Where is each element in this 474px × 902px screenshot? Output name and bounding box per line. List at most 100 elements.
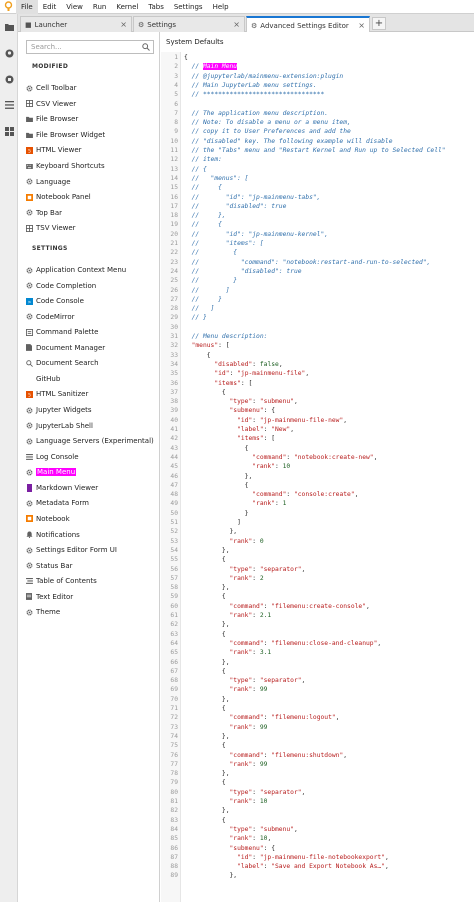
sidebar-item-settings-editor-form-ui[interactable]: Settings Editor Form UI [25,543,159,557]
code-line: 40 "id": "jp-mainmenu-file-new", [161,416,474,425]
code-text: { [184,481,249,489]
menu-view[interactable]: View [61,0,88,14]
sidebar-item-label: Notebook Panel [36,193,91,202]
sidebar-item-jupyter-widgets[interactable]: Jupyter Widgets [25,403,159,417]
sidebar-item-code-completion[interactable]: Code Completion [25,279,159,293]
line-number: 34 [170,360,178,368]
code-line: 24 // "disabled": true [161,267,474,276]
line-number: 19 [170,221,178,229]
sidebar-item-codemirror[interactable]: CodeMirror [25,310,159,324]
menu-kernel[interactable]: Kernel [111,0,143,14]
sidebar-item-document-manager[interactable]: Document Manager [25,341,159,355]
code-text: // "disabled": true [184,267,302,275]
line-number: 35 [170,370,178,378]
menu-edit[interactable]: Edit [38,0,62,14]
gear-icon [25,469,33,476]
sidebar-item-notifications[interactable]: Notifications [25,528,159,542]
line-number: 1 [174,54,178,61]
code-text: { [184,667,226,675]
sidebar-item-code-console[interactable]: > Code Console [25,294,159,308]
sidebar-item-tsv-viewer[interactable]: TSV Viewer [25,221,159,235]
sidebar-item-command-palette[interactable]: Command Palette [25,325,159,339]
code-line: 27 // } [161,295,474,304]
folder-icon[interactable] [0,14,18,40]
line-number: 67 [170,667,178,675]
sidebar-item-table-of-contents[interactable]: Table of Contents [25,574,159,588]
sidebar-item-top-bar[interactable]: Top Bar [25,206,159,220]
code-line: 25 // } [161,276,474,285]
code-text: "disabled": false, [214,360,283,368]
tab-advanced-settings-editor[interactable]: ⚙ Advanced Settings Editor × [246,16,370,33]
code-text: { [184,705,226,712]
sidebar-item-file-browser[interactable]: File Browser [25,112,159,126]
line-number: 26 [170,286,178,294]
sidebar-item-label: GitHub [36,374,61,383]
code-line: 74 }, [161,732,474,741]
code-text: // ] [184,305,215,313]
code-line: 34 "disabled": false, [161,360,474,369]
line-number: 62 [170,621,178,629]
sidebar-item-text-editor[interactable]: Text Editor [25,590,159,604]
code-line: 70 }, [161,695,474,704]
sidebar-item-notebook-panel[interactable]: Notebook Panel [25,190,159,204]
sidebar-item-html-viewer[interactable]: 5 HTML Viewer [25,143,159,157]
running-icon[interactable] [0,66,18,92]
sidebar-item-application-context-menu[interactable]: Application Context Menu [25,263,159,277]
line-number: 74 [170,732,178,740]
sidebar-item-metadata-form[interactable]: Metadata Form [25,496,159,510]
close-icon[interactable]: × [358,21,365,30]
git-icon[interactable] [0,40,18,66]
menu-settings[interactable]: Settings [169,0,208,14]
sidebar-item-notebook[interactable]: Notebook [25,512,159,526]
sidebar-item-csv-viewer[interactable]: CSV Viewer [25,97,159,111]
sidebar-item-github[interactable]: GitHub [25,372,159,386]
code-editor[interactable]: 1{2 // Main Menu 3 // @jupyterlab/mainmen… [161,52,474,902]
sidebar-item-jupyterlab-shell[interactable]: JupyterLab Shell [25,419,159,433]
extensions-icon[interactable] [0,118,18,144]
menu-help[interactable]: Help [208,0,234,14]
code-line: 15 // { [161,183,474,192]
toc-icon[interactable] [0,92,18,118]
advanced-settings-editor: System Defaults 1{2 // Main Menu 3 // @ju… [161,32,474,902]
sidebar-item-file-browser-widget[interactable]: File Browser Widget [25,128,159,142]
notebook-icon [25,515,33,523]
sidebar-item-keyboard-shortcuts[interactable]: Keyboard Shortcuts [25,159,159,173]
sidebar-item-markdown-viewer[interactable]: Markdown Viewer [25,481,159,495]
sidebar-item-language[interactable]: Language [25,175,159,189]
close-icon[interactable]: × [120,20,127,29]
code-line: 78 }, [161,769,474,778]
code-text: "type": "submenu", [229,398,298,406]
menu-file[interactable]: File [16,0,38,14]
code-line: 75 { [161,741,474,750]
code-text: // "id": "jp-mainmenu-kernel", [184,230,329,238]
add-tab-button[interactable]: + [372,17,386,30]
text-icon [25,593,33,601]
sidebar-item-main-menu[interactable]: Main Menu [25,465,159,479]
sidebar-item-status-bar[interactable]: Status Bar [25,559,159,573]
code-line: 6 [161,100,474,109]
code-line: 13 // { [161,165,474,174]
code-text: { [184,593,226,601]
code-text: }, [184,770,230,778]
menu-tabs[interactable]: Tabs [143,0,169,14]
close-icon[interactable]: × [233,20,240,29]
menu-run[interactable]: Run [88,0,111,14]
bell-icon [25,531,33,539]
sidebar-item-html-sanitizer[interactable]: 5 HTML Sanitizer [25,387,159,401]
tab-launcher[interactable]: ■ Launcher × [20,16,132,32]
sidebar-item-log-console[interactable]: Log Console [25,450,159,464]
code-line: 17 // "disabled": true [161,202,474,211]
line-number: 65 [170,649,178,657]
tab-settings[interactable]: ⚙ Settings × [133,16,245,32]
search-input[interactable]: Search... [26,40,154,54]
sidebar-item-theme[interactable]: Theme [25,605,159,619]
code-line: 10 // "disabled" key. The following exam… [161,137,474,146]
line-number: 64 [170,639,178,647]
sidebar-item-language-servers-experimental[interactable]: Language Servers (Experimental) [25,434,159,448]
code-line: 8 // Note: To disable a menu or a menu i… [161,118,474,127]
folder-icon [25,116,33,123]
code-line: 41 "label": "New", [161,425,474,434]
sidebar-item-document-search[interactable]: Document Search [25,356,159,370]
sidebar-item-cell-toolbar[interactable]: Cell Toolbar [25,81,159,95]
code-text: }, [184,621,230,629]
